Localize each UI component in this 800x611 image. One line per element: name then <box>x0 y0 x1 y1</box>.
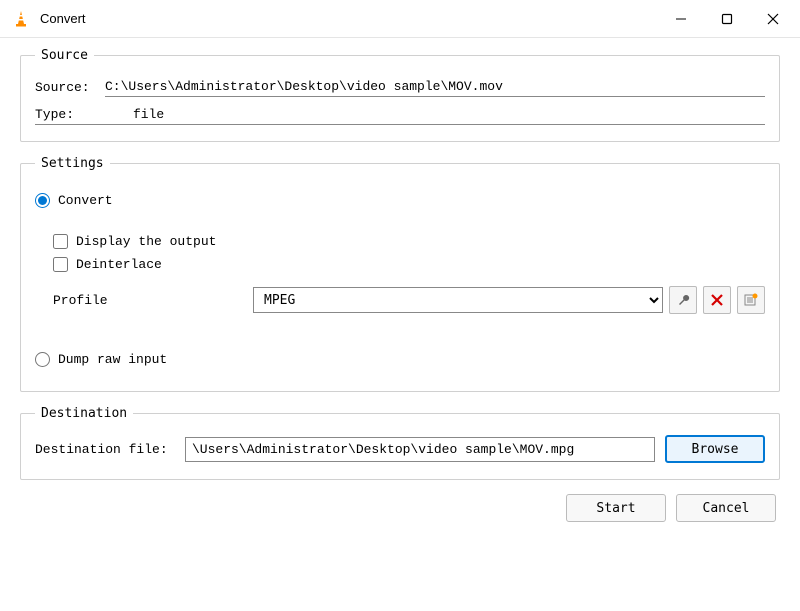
destination-file-label: Destination file: <box>35 442 185 457</box>
convert-radio[interactable] <box>35 193 50 208</box>
profile-edit-button[interactable] <box>669 286 697 314</box>
dialog-content: Source Source: Type: file Settings Conve… <box>0 38 800 534</box>
type-value: file <box>133 107 164 122</box>
destination-group: Destination Destination file: Browse <box>20 406 780 480</box>
profile-select[interactable]: MPEG <box>253 287 663 313</box>
dump-radio-row[interactable]: Dump raw input <box>35 352 765 367</box>
minimize-button[interactable] <box>658 3 704 35</box>
type-label: Type: <box>35 107 105 122</box>
settings-legend: Settings <box>35 156 110 171</box>
profile-delete-button[interactable] <box>703 286 731 314</box>
wrench-icon <box>676 293 690 307</box>
display-output-label: Display the output <box>76 234 216 249</box>
source-label: Source: <box>35 80 105 95</box>
maximize-button[interactable] <box>704 3 750 35</box>
source-legend: Source <box>35 48 94 63</box>
list-new-icon <box>744 293 758 307</box>
settings-group: Settings Convert Display the output Dein… <box>20 156 780 392</box>
vlc-cone-icon <box>12 10 30 28</box>
destination-legend: Destination <box>35 406 133 421</box>
source-group: Source Source: Type: file <box>20 48 780 142</box>
deinterlace-label: Deinterlace <box>76 257 162 272</box>
deinterlace-row[interactable]: Deinterlace <box>53 257 765 272</box>
convert-radio-row[interactable]: Convert <box>35 193 765 208</box>
display-output-checkbox[interactable] <box>53 234 68 249</box>
display-output-row[interactable]: Display the output <box>53 234 765 249</box>
window-title: Convert <box>40 11 658 26</box>
dump-radio-label: Dump raw input <box>58 352 167 367</box>
profile-label: Profile <box>53 293 253 308</box>
profile-new-button[interactable] <box>737 286 765 314</box>
dialog-footer: Start Cancel <box>20 494 780 522</box>
x-icon <box>711 294 723 306</box>
source-input[interactable] <box>105 77 765 97</box>
convert-radio-label: Convert <box>58 193 113 208</box>
start-button[interactable]: Start <box>566 494 666 522</box>
window-controls <box>658 3 796 35</box>
destination-file-input[interactable] <box>185 437 655 462</box>
deinterlace-checkbox[interactable] <box>53 257 68 272</box>
cancel-button[interactable]: Cancel <box>676 494 776 522</box>
browse-button[interactable]: Browse <box>665 435 765 463</box>
titlebar: Convert <box>0 0 800 38</box>
dump-radio[interactable] <box>35 352 50 367</box>
close-button[interactable] <box>750 3 796 35</box>
